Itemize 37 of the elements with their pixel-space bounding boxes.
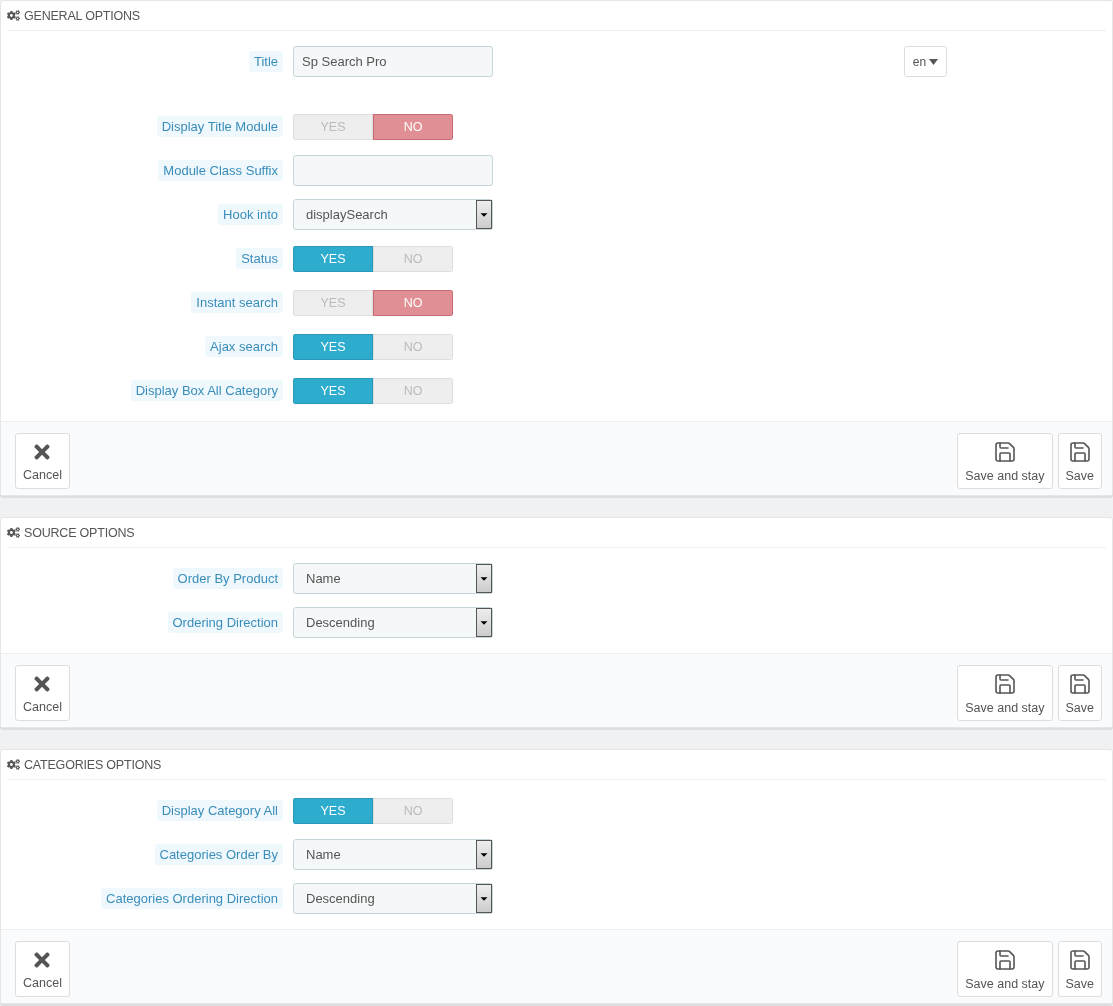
- panel-title-text: CATEGORIES OPTIONS: [24, 757, 162, 772]
- select-dropdown[interactable]: Descending: [293, 883, 493, 914]
- field-label: Order By Product: [172, 568, 283, 589]
- save-button[interactable]: Save and stay: [957, 665, 1053, 721]
- field-label: Title: [248, 51, 283, 72]
- field-label: Instant search: [191, 292, 283, 313]
- save-button[interactable]: Save and stay: [957, 941, 1053, 997]
- field-label: Module Class Suffix: [158, 160, 283, 181]
- text-field[interactable]: [293, 155, 493, 186]
- gears-icon: [7, 758, 20, 771]
- cancel-button[interactable]: Cancel: [15, 941, 70, 997]
- save-button[interactable]: Save: [1057, 941, 1102, 997]
- field-label: Ordering Direction: [167, 612, 283, 633]
- field-label: Status: [236, 248, 283, 269]
- cancel-button[interactable]: Cancel: [15, 665, 70, 721]
- field-label: Display Title Module: [156, 116, 283, 137]
- panel-title-text: SOURCE OPTIONS: [24, 525, 135, 540]
- gears-icon: [7, 526, 20, 539]
- field-label: Hook into: [218, 204, 283, 225]
- panel-title-text: GENERAL OPTIONS: [24, 8, 140, 23]
- save-button[interactable]: Save and stay: [957, 433, 1053, 489]
- cancel-button[interactable]: Cancel: [15, 433, 70, 489]
- field-label: Categories Order By: [154, 844, 283, 865]
- select-dropdown[interactable]: Descending: [293, 607, 493, 638]
- select-dropdown[interactable]: Name: [293, 839, 493, 870]
- field-label: Categories Ordering Direction: [101, 888, 283, 909]
- field-label: Display Category All: [156, 800, 283, 821]
- gears-icon: [7, 9, 20, 22]
- field-label: Ajax search: [205, 336, 283, 357]
- select-dropdown[interactable]: displaySearch: [293, 199, 493, 230]
- caret-icon: [929, 58, 939, 65]
- text-field[interactable]: Sp Search Pro: [293, 46, 493, 77]
- save-button[interactable]: Save: [1057, 433, 1102, 489]
- language-dropdown[interactable]: en: [904, 46, 947, 77]
- save-button[interactable]: Save: [1057, 665, 1102, 721]
- field-label: Display Box All Category: [130, 380, 283, 401]
- select-dropdown[interactable]: Name: [293, 563, 493, 594]
